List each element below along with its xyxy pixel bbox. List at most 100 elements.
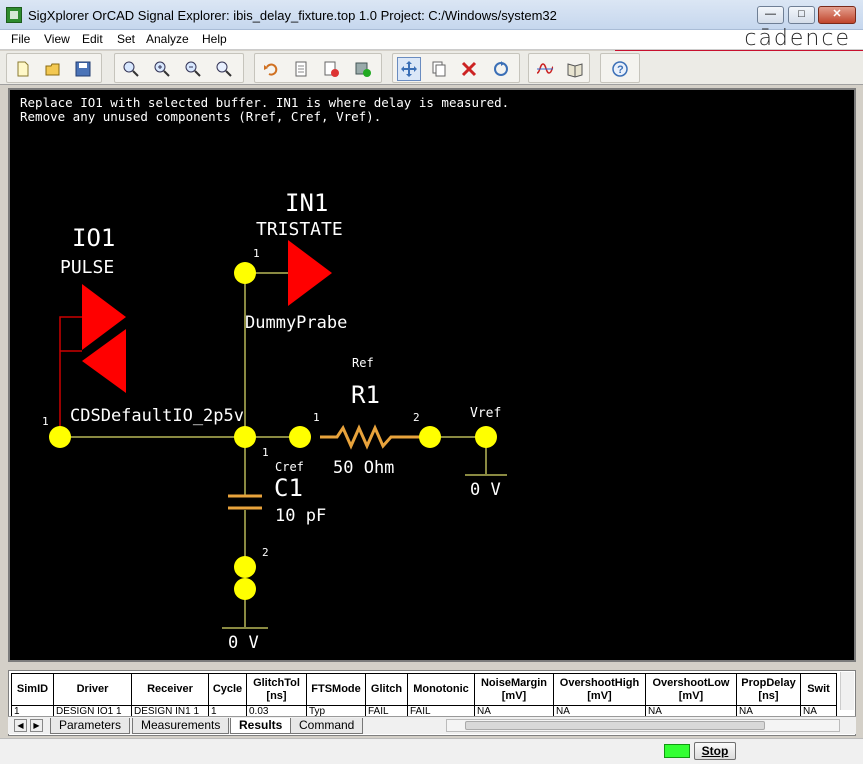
vref-name: Vref (470, 406, 501, 421)
c1-capacitor[interactable]: Cref C1 10 pF 1 2 (228, 446, 326, 559)
tab-prev-icon[interactable]: ◀ (14, 719, 27, 732)
note-line-1: Replace IO1 with selected buffer. IN1 is… (20, 95, 509, 110)
menu-analyze[interactable]: Analyze (146, 32, 189, 46)
status-indicator (664, 744, 690, 758)
col-overshootlow[interactable]: OvershootLow [mV] (645, 673, 737, 706)
analysis-tool-group (528, 53, 590, 83)
col-glitch[interactable]: Glitch (365, 673, 408, 706)
r1-pin2-label: 2 (413, 411, 420, 424)
c1-ref: Cref (275, 460, 304, 474)
in1-receiver[interactable]: IN1 TRISTATE DummyPrabe 1 (245, 189, 347, 333)
col-ftsmode[interactable]: FTSMode (306, 673, 366, 706)
io1-buffer[interactable]: IO1 PULSE CDSDefaultIO_2p5v 1 (42, 224, 244, 437)
tab-measurements[interactable]: Measurements (132, 718, 230, 734)
svg-text:?: ? (617, 64, 624, 76)
tab-parameters[interactable]: Parameters (50, 718, 131, 734)
tab-command[interactable]: Command (290, 718, 364, 734)
r1-pin2-node[interactable] (419, 426, 441, 448)
zoom-tool-group (114, 53, 244, 83)
vref-value: 0 V (470, 480, 501, 500)
tab-results[interactable]: Results (230, 718, 292, 734)
r1-name: R1 (351, 381, 380, 409)
help-icon[interactable]: ? (608, 57, 632, 81)
vref-node[interactable] (475, 426, 497, 448)
io1-node[interactable] (49, 426, 71, 448)
save-icon[interactable] (71, 57, 95, 81)
status-bar: Stop (0, 738, 863, 764)
tab-bar: ◀ ▶ Parameters Measurements Results Comm… (8, 716, 856, 734)
undo-icon[interactable] (259, 57, 283, 81)
title-bar: SigXplorer OrCAD Signal Explorer: ibis_d… (0, 0, 863, 30)
add-part-icon[interactable] (351, 57, 375, 81)
ground-value: 0 V (228, 633, 259, 653)
zoom-in-icon[interactable] (150, 57, 174, 81)
io1-type: PULSE (60, 257, 114, 278)
results-horizontal-scrollbar[interactable] (446, 719, 840, 732)
open-icon[interactable] (41, 57, 65, 81)
in1-name: IN1 (285, 189, 328, 217)
schematic-canvas[interactable]: Replace IO1 with selected buffer. IN1 is… (8, 88, 856, 662)
r1-resistor[interactable]: Ref R1 50 Ohm 1 2 (313, 356, 430, 478)
zoom-window-icon[interactable] (212, 57, 236, 81)
c1-pin1-label: 1 (262, 446, 269, 459)
col-noisemargin[interactable]: NoiseMargin [mV] (474, 673, 554, 706)
file-tool-group (6, 53, 102, 83)
menu-view[interactable]: View (44, 32, 70, 46)
menu-edit[interactable]: Edit (82, 32, 103, 46)
col-cycle[interactable]: Cycle (208, 673, 247, 706)
results-vertical-scrollbar[interactable] (840, 672, 854, 710)
maximize-button[interactable]: □ (788, 6, 815, 24)
in1-type: TRISTATE (256, 219, 343, 240)
menu-set[interactable]: Set (117, 32, 135, 46)
delete-icon[interactable] (457, 57, 481, 81)
results-table: SimID Driver Receiver Cycle GlitchTol [n… (11, 673, 837, 718)
col-simid[interactable]: SimID (11, 673, 54, 706)
scrollbar-thumb[interactable] (465, 721, 765, 730)
rotate-icon[interactable] (489, 57, 513, 81)
move-icon[interactable] (397, 57, 421, 81)
app-icon (6, 7, 22, 23)
menu-file[interactable]: File (11, 32, 30, 46)
new-icon[interactable] (11, 57, 35, 81)
col-overshoothigh[interactable]: OvershootHigh [mV] (553, 673, 646, 706)
waveform-icon[interactable] (533, 57, 557, 81)
library-icon[interactable] (563, 57, 587, 81)
in1-pin-label: 1 (253, 247, 260, 260)
r1-value: 50 Ohm (333, 458, 394, 478)
zoom-fit-icon[interactable] (119, 57, 143, 81)
col-receiver[interactable]: Receiver (131, 673, 209, 706)
io1-name: IO1 (72, 224, 115, 252)
edit-tool-group (254, 53, 382, 83)
io1-pin-label: 1 (42, 415, 49, 428)
col-monotonic[interactable]: Monotonic (407, 673, 475, 706)
note-line-2: Remove any unused components (Rref, Cref… (20, 109, 381, 124)
col-glitchtol[interactable]: GlitchTol [ns] (246, 673, 307, 706)
help-tool-group: ? (600, 53, 640, 83)
r1-pin1-label: 1 (313, 411, 320, 424)
tab-next-icon[interactable]: ▶ (30, 719, 43, 732)
schematic-drawing: Replace IO1 with selected buffer. IN1 is… (20, 95, 509, 653)
r1-ref: Ref (352, 356, 374, 370)
c1-pin2-node[interactable] (234, 556, 256, 578)
in1-node[interactable] (234, 262, 256, 284)
cadence-logo: cādence (744, 26, 851, 51)
c1-value: 10 pF (275, 506, 326, 526)
close-button[interactable]: ✕ (818, 6, 856, 24)
in1-model: DummyPrabe (245, 313, 347, 333)
col-driver[interactable]: Driver (53, 673, 132, 706)
stop-button[interactable]: Stop (694, 742, 736, 760)
col-propdelay[interactable]: PropDelay [ns] (736, 673, 801, 706)
clear-icon[interactable] (319, 57, 343, 81)
menu-help[interactable]: Help (202, 32, 227, 46)
toolbar: ? (0, 51, 863, 85)
c1-pin2-label: 2 (262, 546, 269, 559)
col-swit[interactable]: Swit (800, 673, 837, 706)
minimize-button[interactable]: — (757, 6, 784, 24)
ground-node[interactable] (234, 578, 256, 600)
r1-pin1-node[interactable] (289, 426, 311, 448)
copy-page-icon[interactable] (289, 57, 313, 81)
copy-icon[interactable] (427, 57, 451, 81)
junction-node[interactable] (234, 426, 256, 448)
window-title: SigXplorer OrCAD Signal Explorer: ibis_d… (28, 8, 557, 23)
zoom-out-icon[interactable] (181, 57, 205, 81)
